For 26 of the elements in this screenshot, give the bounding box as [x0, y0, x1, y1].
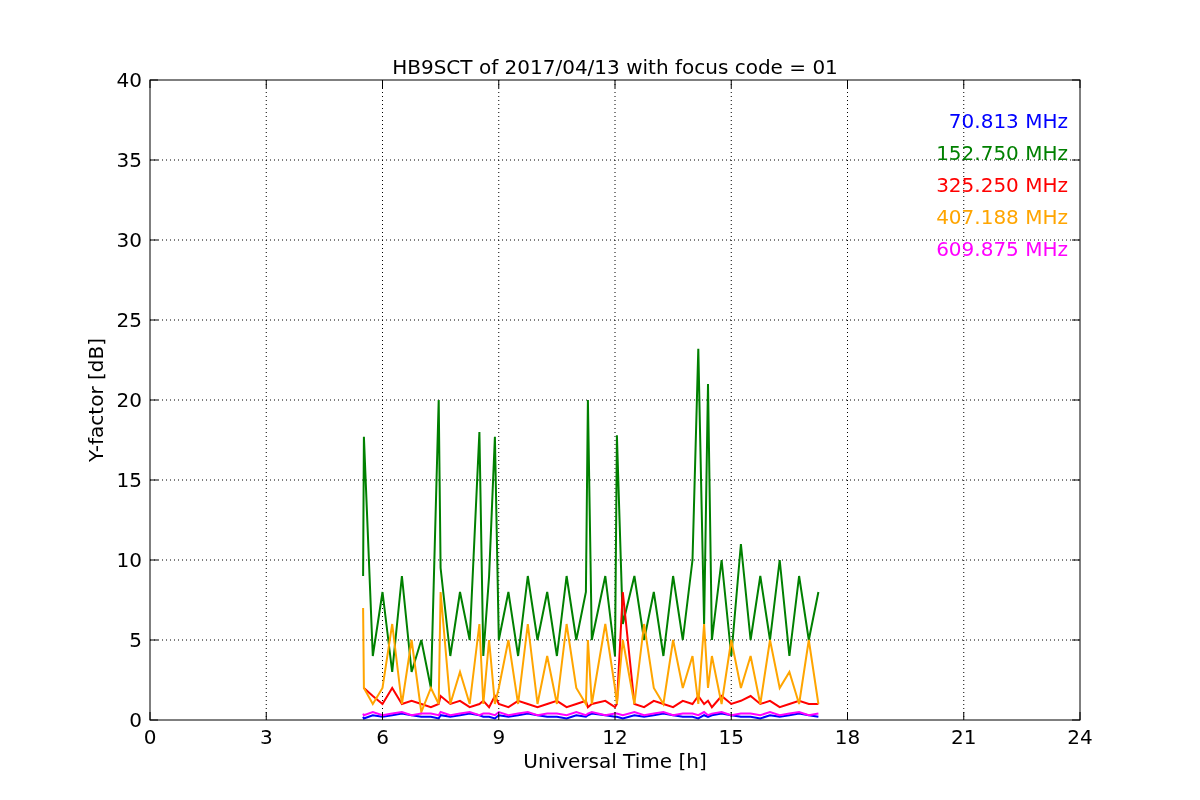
legend-label: 152.750 MHz [936, 141, 1068, 165]
x-tick-label: 18 [834, 725, 861, 749]
legend-label: 325.250 MHz [936, 173, 1068, 197]
x-tick-label: 9 [492, 725, 506, 749]
y-axis-label: Y-factor [dB] [84, 338, 108, 462]
legend-label: 407.188 MHz [936, 205, 1068, 229]
chart-title: HB9SCT of 2017/04/13 with focus code = 01 [392, 55, 838, 79]
y-tick-label: 35 [116, 148, 142, 172]
y-tick-label: 40 [116, 68, 142, 92]
legend-label: 609.875 MHz [936, 237, 1068, 261]
x-tick-label: 6 [376, 725, 389, 749]
x-tick-label: 0 [143, 725, 157, 749]
y-tick-label: 5 [129, 628, 142, 652]
y-tick-label: 0 [129, 708, 142, 732]
legend-label: 70.813 MHz [948, 109, 1068, 133]
y-tick-label: 25 [116, 308, 142, 332]
y-tick-label: 15 [116, 468, 142, 492]
y-tick-label: 20 [116, 388, 142, 412]
x-axis-label: Universal Time [h] [523, 749, 707, 773]
y-tick-label: 30 [116, 228, 142, 252]
x-tick-label: 21 [951, 725, 977, 749]
y-tick-label: 10 [116, 548, 142, 572]
x-tick-label: 15 [718, 725, 744, 749]
x-tick-label: 24 [1067, 725, 1093, 749]
x-tick-label: 12 [602, 725, 628, 749]
x-tick-label: 3 [259, 725, 273, 749]
